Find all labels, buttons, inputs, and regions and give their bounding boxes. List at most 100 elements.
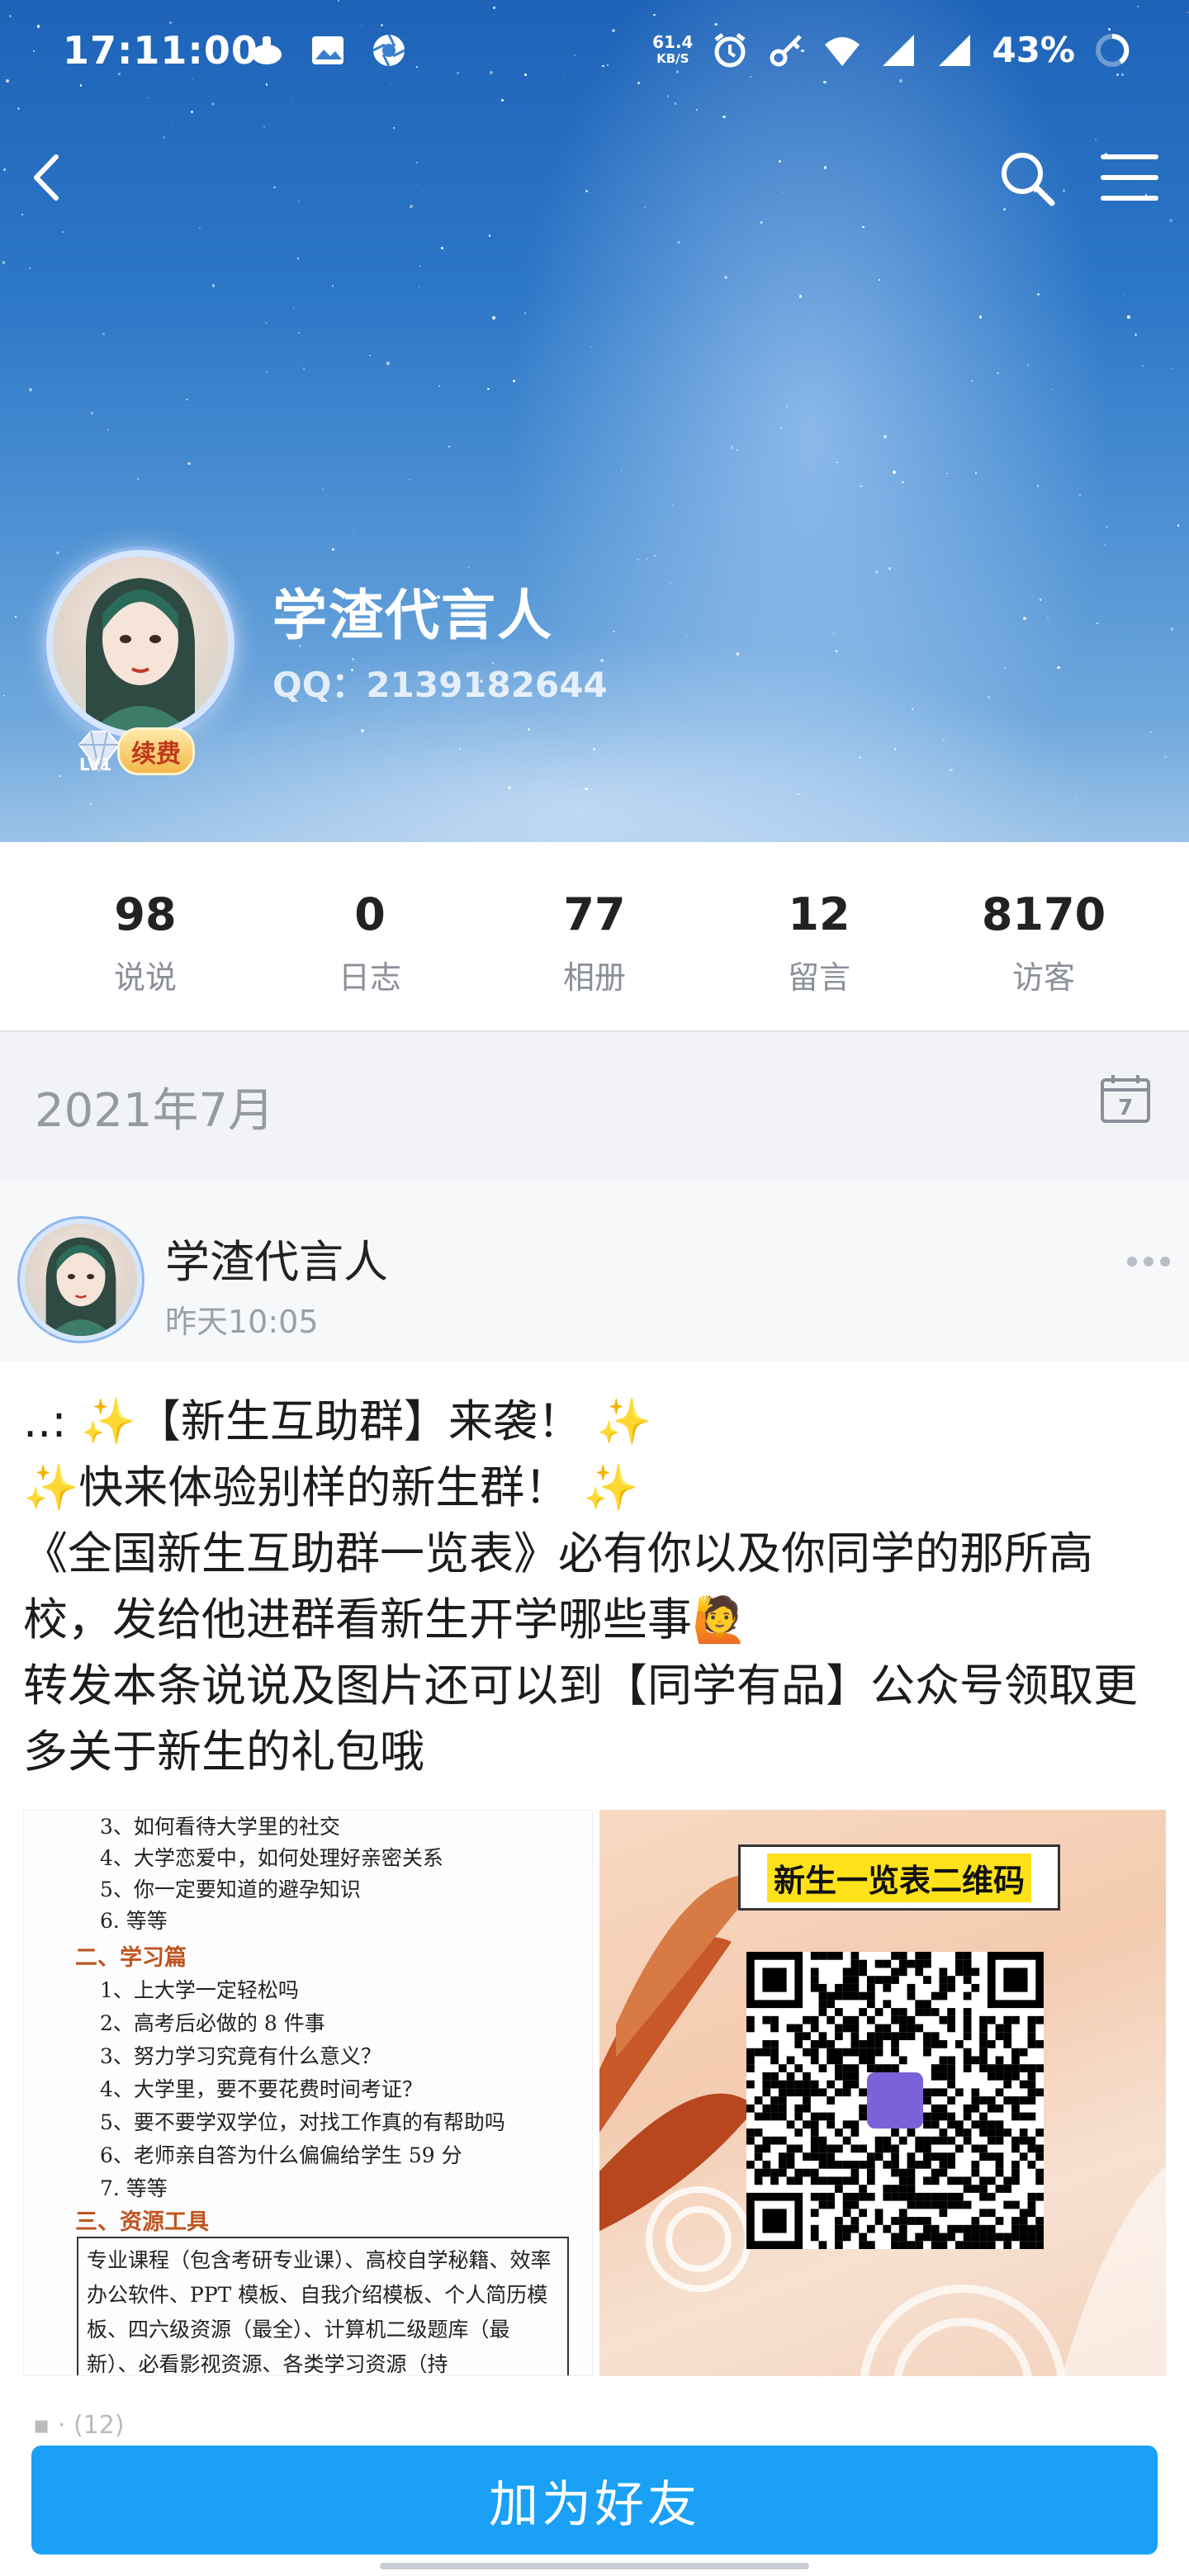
- image-icon: [312, 36, 343, 64]
- star-dot: [1103, 543, 1106, 547]
- star-dot: [1170, 627, 1174, 631]
- stat-visitors[interactable]: 8170 访客: [931, 842, 1156, 1030]
- star-dot: [722, 115, 726, 119]
- star-dot: [1163, 514, 1164, 515]
- stat-value: 12: [788, 888, 850, 940]
- doc-line: 3、如何看待大学里的社交: [100, 1815, 340, 1839]
- star-dot: [946, 472, 948, 475]
- star-dot: [1057, 665, 1060, 670]
- star-dot: [893, 471, 897, 474]
- home-indicator: [380, 2563, 809, 2569]
- star-dot: [392, 126, 396, 130]
- star-dot: [297, 332, 301, 334]
- star-dot: [190, 110, 193, 113]
- star-dot: [1027, 364, 1030, 367]
- network-speed-unit: KB/S: [656, 50, 689, 66]
- profile-avatar[interactable]: 续费 LV1: [33, 537, 248, 784]
- more-icon[interactable]: [1126, 1255, 1171, 1268]
- star-dot: [585, 788, 588, 791]
- star-dot: [859, 755, 862, 759]
- star-dot: [988, 696, 990, 698]
- star-dot: [136, 478, 139, 481]
- avatar: [46, 550, 234, 738]
- star-dot: [501, 99, 504, 102]
- star-dot: [1149, 731, 1152, 734]
- star-dot: [646, 558, 648, 561]
- post-image-qrcode[interactable]: 新生一览表二维码: [599, 1810, 1166, 2376]
- star-dot: [653, 13, 656, 17]
- doc-line: 5、你一定要知道的避孕知识: [100, 1878, 361, 1901]
- star-dot: [1075, 797, 1078, 800]
- star-dot: [493, 7, 495, 9]
- star-dot: [613, 630, 615, 633]
- star-dot: [902, 481, 904, 484]
- star-dot: [897, 86, 899, 88]
- star-dot: [971, 380, 973, 381]
- star-dot: [448, 445, 451, 448]
- star-dot: [936, 818, 937, 820]
- calendar-icon[interactable]: 7: [1098, 1072, 1153, 1126]
- star-dot: [353, 529, 355, 532]
- star-dot: [1169, 218, 1173, 222]
- post-author-name[interactable]: 学渣代言人: [165, 1225, 388, 1290]
- stat-shuoshuo[interactable]: 98 说说: [33, 842, 258, 1030]
- calendar-day: 7: [1118, 1096, 1133, 1120]
- notification-icons: [248, 31, 408, 69]
- star-dot: [695, 108, 698, 111]
- renew-button[interactable]: 续费: [117, 727, 195, 775]
- post-author-avatar[interactable]: [20, 1219, 142, 1341]
- star-dot: [1051, 388, 1053, 391]
- stat-blog[interactable]: 0 日志: [258, 842, 482, 1030]
- doc-line: 5、要不要学双学位，对找工作真的有帮助吗: [100, 2110, 505, 2134]
- star-dot: [292, 307, 295, 309]
- star-dot: [171, 121, 173, 123]
- star-dot: [15, 616, 17, 618]
- star-dot: [724, 275, 728, 279]
- profile-name: 学渣代言人: [272, 584, 553, 647]
- doc-line: 6、老师亲自答为什么偏偏给学生 59 分: [100, 2143, 462, 2167]
- stat-value: 0: [354, 888, 386, 940]
- star-dot: [3, 694, 5, 697]
- menu-icon[interactable]: [1098, 149, 1161, 206]
- stat-album[interactable]: 77 相册: [482, 842, 707, 1030]
- doc-line: 4、大学里，要不要花费时间考证？: [100, 2077, 423, 2101]
- star-dot: [291, 101, 293, 102]
- star-dot: [9, 15, 12, 18]
- star-dot: [779, 427, 783, 429]
- star-dot: [797, 793, 799, 796]
- star-dot: [686, 636, 688, 637]
- star-dot: [89, 803, 92, 806]
- star-dot: [637, 558, 639, 561]
- alarm-icon: [714, 32, 746, 67]
- doc-line: 6. 等等: [100, 1909, 168, 1933]
- stat-message[interactable]: 12 留言: [707, 842, 931, 1030]
- star-dot: [1142, 365, 1144, 367]
- star-dot: [492, 316, 495, 320]
- star-dot: [893, 748, 897, 751]
- search-icon[interactable]: [996, 147, 1059, 210]
- doc-line: 7. 等等: [100, 2176, 168, 2200]
- star-dot: [1106, 526, 1108, 528]
- profile-qq: QQ：2139182644: [272, 665, 608, 705]
- star-dot: [974, 472, 977, 475]
- star-dot: [459, 747, 462, 750]
- stat-value: 8170: [981, 888, 1106, 940]
- star-dot: [1036, 292, 1040, 296]
- post-image-document[interactable]: 3、如何看待大学里的社交 4、大学恋爱中，如何处理好亲密关系 5、你一定要知道的…: [23, 1810, 593, 2376]
- star-dot: [440, 246, 443, 249]
- star-dot: [654, 554, 656, 557]
- stat-value: 98: [114, 888, 177, 940]
- chevron-left-icon[interactable]: [20, 149, 78, 206]
- star-dot: [860, 485, 862, 487]
- status-right: 61.4 KB/S 43%: [652, 30, 1131, 70]
- star-dot: [369, 355, 371, 357]
- doc-resource-box: 专业课程（包含考研专业课）、高校自学秘籍、效率办公软件、PPT 模板、自我介绍模…: [77, 2237, 569, 2375]
- network-speed: 61.4 KB/S: [652, 34, 693, 67]
- star-dot: [1037, 485, 1040, 487]
- doc-line: 2、高考后必做的 8 件事: [100, 2011, 325, 2035]
- star-dot: [785, 405, 789, 409]
- signal-2-icon: [939, 34, 971, 66]
- signal-icon: [883, 34, 915, 66]
- star-dot: [1040, 599, 1042, 601]
- add-friend-button[interactable]: 加为好友: [31, 2446, 1158, 2555]
